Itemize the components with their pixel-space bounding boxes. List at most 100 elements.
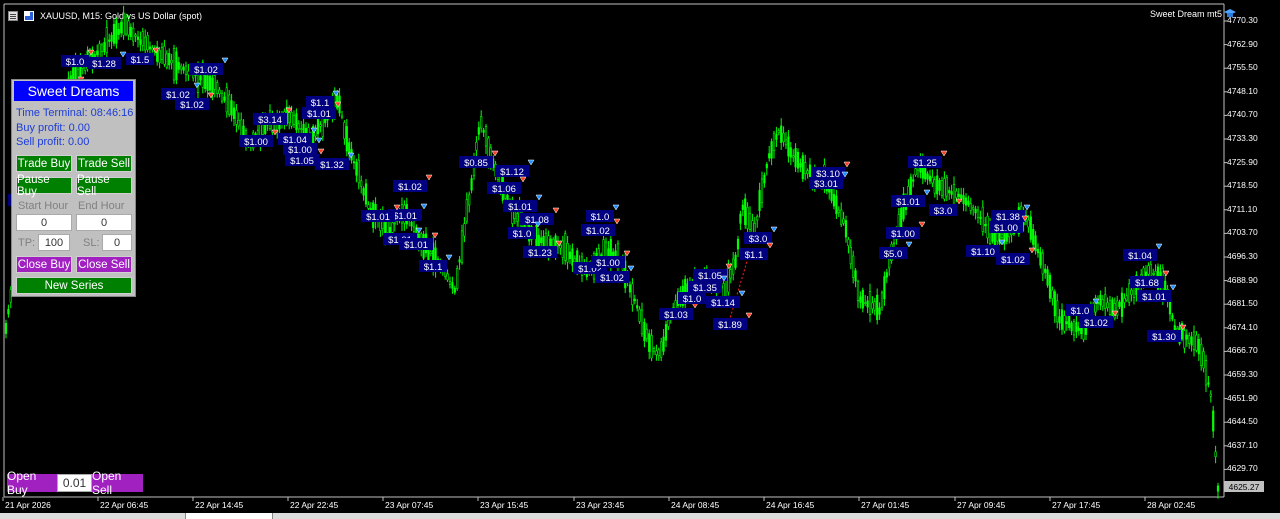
- lot-size-input[interactable]: 0.01: [57, 474, 92, 492]
- candle-body: [225, 87, 228, 113]
- trade-profit-label: $1.12: [500, 167, 524, 178]
- sell-profit-text: Sell profit: 0.00: [16, 136, 90, 148]
- candle-body: [232, 107, 236, 120]
- open-buy-button[interactable]: Open Buy: [7, 469, 57, 497]
- close-buy-button[interactable]: Close Buy: [16, 256, 72, 273]
- candle-body: [753, 223, 756, 233]
- candle-body: [134, 34, 137, 37]
- candle-body: [168, 52, 171, 66]
- candle-body: [796, 151, 800, 169]
- time-tick-label: 24 Apr 08:45: [671, 500, 720, 510]
- candle-body: [1068, 314, 1071, 328]
- price-tick-label: 4733.30: [1227, 133, 1258, 143]
- trade-profit-label: $1.0: [66, 57, 85, 68]
- trade-profit-label: $1.01: [1142, 292, 1166, 303]
- menu-icon[interactable]: [8, 11, 18, 21]
- candle-body: [110, 34, 113, 42]
- sl-input[interactable]: 0: [102, 234, 132, 251]
- candle-body: [117, 29, 120, 35]
- candle-body: [1106, 302, 1109, 308]
- candle-body: [974, 208, 977, 214]
- price-chart[interactable]: $1.0$1.28$1.5$1.02$1.06$1.02$1.01$1.00$1…: [0, 0, 1280, 519]
- trade-profit-label: $3.0: [934, 206, 953, 217]
- candle-body: [460, 230, 464, 263]
- chart-tab-active[interactable]: [185, 513, 273, 519]
- candle-body: [660, 341, 663, 358]
- candle-body: [765, 163, 768, 169]
- time-tick-label: 23 Apr 15:45: [480, 500, 529, 510]
- trade-profit-label: $1.0: [683, 294, 702, 305]
- candle-body: [936, 175, 939, 195]
- candle-body: [1123, 297, 1126, 303]
- price-tick-label: 4651.90: [1227, 392, 1258, 403]
- candle-body: [650, 335, 653, 359]
- pause-sell-button[interactable]: Pause Sell: [76, 174, 132, 198]
- candle-body: [544, 232, 548, 248]
- trade-buy-button[interactable]: Trade Buy: [16, 155, 72, 172]
- candle-body: [837, 209, 840, 213]
- candle-body: [643, 321, 646, 342]
- time-tick-label: 22 Apr 06:45: [100, 500, 149, 510]
- candle-body: [163, 45, 166, 65]
- candle-body: [732, 258, 735, 275]
- candle-body: [448, 281, 452, 285]
- candle-body: [393, 222, 396, 225]
- candle-body: [729, 269, 732, 279]
- candle-body: [912, 179, 915, 182]
- price-tick-label: 4659.30: [1227, 369, 1258, 379]
- price-tick-label: 4644.50: [1227, 416, 1258, 427]
- candle-body: [979, 216, 982, 219]
- candle-body: [237, 119, 240, 127]
- tp-input[interactable]: 100: [38, 234, 70, 251]
- candle-body: [960, 194, 963, 199]
- trade-sell-button[interactable]: Trade Sell: [76, 155, 132, 172]
- candle-body: [463, 223, 466, 237]
- candle-body: [446, 273, 449, 281]
- close-sell-button[interactable]: Close Sell: [76, 256, 132, 273]
- candle-body: [360, 180, 363, 187]
- start-hour-input[interactable]: 0: [16, 214, 72, 231]
- panel-title: Sweet Dreams: [14, 81, 133, 101]
- candle-body: [357, 159, 360, 184]
- end-hour-input[interactable]: 0: [76, 214, 132, 231]
- price-tick-label: 4740.70: [1227, 109, 1258, 120]
- trade-profit-label: $1.1: [745, 250, 764, 261]
- candle-body: [943, 178, 946, 200]
- candle-body: [751, 220, 754, 234]
- candle-body: [564, 233, 567, 261]
- candle-body: [180, 65, 183, 70]
- trade-profit-label: $1.01: [404, 240, 428, 251]
- candle-body: [1046, 269, 1049, 286]
- trade-profit-label: $1.5: [131, 55, 150, 66]
- candle-body: [1185, 334, 1188, 340]
- candle-body: [1060, 309, 1064, 330]
- trade-profit-label: $1.02: [1084, 318, 1108, 329]
- candle-body: [938, 180, 941, 191]
- candle-body: [388, 226, 392, 235]
- candle-body: [664, 324, 668, 341]
- new-series-button[interactable]: New Series: [16, 277, 132, 294]
- price-tick-label: 4674.10: [1227, 321, 1258, 332]
- open-sell-button[interactable]: Open Sell: [92, 469, 143, 497]
- trade-profit-label: $1.10: [971, 247, 995, 258]
- candle-body: [744, 198, 747, 226]
- candle-body: [300, 128, 303, 130]
- candle-body: [1053, 291, 1056, 317]
- candle-body: [926, 173, 929, 180]
- pause-buy-button[interactable]: Pause Buy: [16, 174, 72, 198]
- candle-body: [1125, 295, 1128, 301]
- candle-body: [883, 276, 886, 300]
- time-terminal-text: Time Terminal: 08:46:16: [16, 107, 134, 119]
- price-tick-label: 4725.90: [1227, 156, 1258, 167]
- time-tick-label: 27 Apr 17:45: [1052, 500, 1101, 510]
- candle-body: [859, 296, 862, 303]
- candle-body: [885, 272, 888, 278]
- time-tick-label: 27 Apr 01:45: [861, 500, 910, 510]
- candle-body: [1192, 331, 1196, 351]
- candle-body: [213, 75, 216, 90]
- candle-body: [1032, 229, 1035, 245]
- candle-body: [573, 258, 576, 263]
- candle-body: [633, 298, 636, 302]
- trade-profit-label: $1.04: [1128, 251, 1152, 262]
- candle-body: [900, 208, 903, 229]
